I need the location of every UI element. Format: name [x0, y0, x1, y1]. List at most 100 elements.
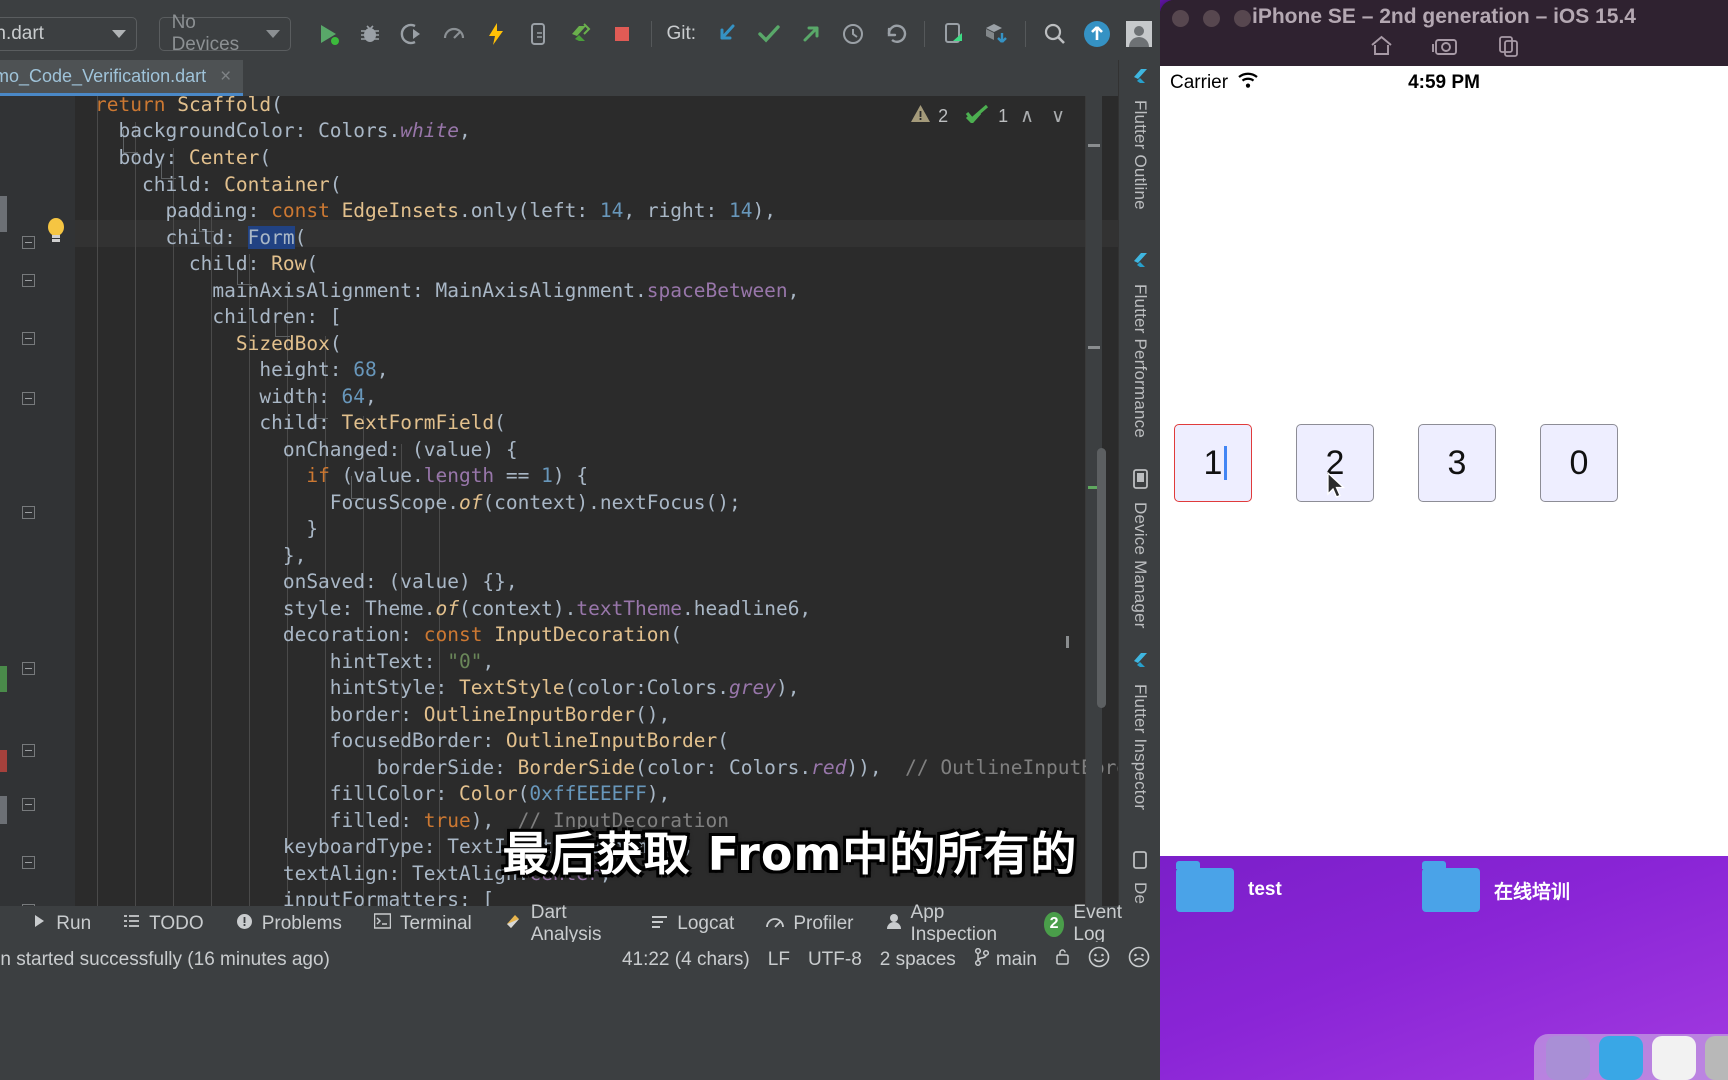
- profile-icon[interactable]: [433, 13, 475, 55]
- marker: [1088, 144, 1100, 147]
- git-branch-icon: [974, 947, 989, 972]
- code-line: hintText: "0",: [95, 650, 495, 673]
- otp-field-3[interactable]: 3: [1418, 424, 1496, 502]
- file-encoding[interactable]: UTF-8: [808, 949, 862, 971]
- bottom-tab-profiler[interactable]: Profiler: [750, 906, 869, 942]
- hot-reload-icon[interactable]: [475, 13, 517, 55]
- bottom-tab-event-log[interactable]: 2 Event Log: [1028, 902, 1160, 945]
- desktop-icon-label: 在线培训: [1494, 881, 1571, 903]
- bottom-tab-todo[interactable]: TODO: [107, 906, 220, 942]
- toolbar-divider: [1025, 21, 1026, 47]
- run-configuration-selector[interactable]: Verification.dart: [0, 17, 137, 51]
- terminal-icon: [373, 913, 392, 935]
- bottom-tab-terminal[interactable]: Terminal: [358, 906, 488, 942]
- run-with-coverage-icon[interactable]: [391, 13, 433, 55]
- device-manager-icon: [1131, 468, 1150, 495]
- desktop: test 在线培训: [1160, 856, 1728, 1080]
- device-screen[interactable]: Carrier 4:59 PM 1 2 3 0: [1160, 66, 1728, 856]
- sidebar-item-flutter-outline[interactable]: Flutter Outline: [1119, 66, 1160, 210]
- sidebar-item-device-manager[interactable]: Device Manager: [1119, 468, 1160, 629]
- close-icon[interactable]: ×: [220, 66, 231, 88]
- indent-setting[interactable]: 2 spaces: [880, 949, 956, 971]
- editor-tab[interactable]: emo_Code_Verification.dart ×: [0, 60, 244, 96]
- editor-gutter[interactable]: [0, 96, 75, 906]
- git-history-icon[interactable]: [832, 13, 874, 55]
- sidebar-item-label: Flutter Outline: [1131, 100, 1150, 210]
- smiley-icon[interactable]: [1088, 946, 1110, 974]
- debug-icon[interactable]: [349, 13, 391, 55]
- next-problem-button[interactable]: ∨: [1046, 105, 1070, 128]
- bottom-tab-dart-analysis[interactable]: Dart Analysis: [488, 902, 636, 945]
- fold-marker[interactable]: [22, 332, 35, 345]
- frowny-icon[interactable]: [1128, 946, 1150, 974]
- code-line: child: TextFormField(: [95, 411, 506, 434]
- editor-scrollbar-thumb[interactable]: [1097, 448, 1106, 708]
- copy-icon[interactable]: [1497, 34, 1520, 63]
- flutter-attach-icon[interactable]: [559, 13, 601, 55]
- event-log-badge: 2: [1043, 911, 1065, 937]
- dock-icon-app[interactable]: [1652, 1036, 1696, 1080]
- previous-problem-button[interactable]: ∧: [1015, 105, 1039, 128]
- fold-marker[interactable]: [22, 506, 35, 519]
- code-line: hintStyle: TextStyle(color:Colors.grey),: [95, 676, 800, 699]
- run-icon[interactable]: [307, 13, 349, 55]
- desktop-icon-training[interactable]: 在线培训: [1422, 861, 1571, 912]
- code-editor[interactable]: return Scaffold( backgroundColor: Colors…: [0, 96, 1118, 906]
- git-branch-widget[interactable]: main: [974, 947, 1037, 972]
- otp-value: 3: [1447, 443, 1467, 482]
- run-icon: [31, 913, 47, 935]
- git-update-icon[interactable]: [706, 13, 748, 55]
- bottom-tab-logcat[interactable]: Logcat: [635, 906, 750, 942]
- device-selector[interactable]: No Devices: [158, 12, 292, 55]
- main-toolbar: Verification.dart No Devices: [0, 8, 1160, 60]
- account-icon[interactable]: [1118, 13, 1160, 55]
- screenshot-icon[interactable]: [1431, 34, 1459, 63]
- fold-marker[interactable]: [22, 274, 35, 287]
- dock-icon-finder[interactable]: [1546, 1036, 1590, 1080]
- intention-bulb-icon[interactable]: [44, 216, 68, 249]
- inspection-widget[interactable]: 2 1 ∧ ∨: [910, 104, 1070, 128]
- dock-icon-browser[interactable]: [1599, 1036, 1643, 1080]
- fold-marker[interactable]: [22, 856, 35, 869]
- sidebar-item-device[interactable]: De: [1119, 850, 1160, 904]
- otp-field-1[interactable]: 1: [1174, 424, 1252, 502]
- app-inspection-icon: [886, 913, 902, 936]
- fold-marker[interactable]: [22, 392, 35, 405]
- desktop-icon-test[interactable]: test: [1176, 861, 1282, 912]
- otp-value: 0: [1569, 443, 1589, 482]
- bottom-tab-t[interactable]: t: [0, 906, 15, 942]
- caret-position[interactable]: 41:22 (4 chars): [622, 949, 750, 971]
- sidebar-item-flutter-performance[interactable]: Flutter Performance: [1119, 250, 1160, 438]
- folder-icon: [1422, 861, 1480, 912]
- dock-icon-notes[interactable]: [1705, 1036, 1728, 1080]
- device-manager-icon[interactable]: [933, 13, 975, 55]
- bottom-tab-run[interactable]: Run: [15, 906, 107, 942]
- simulator-window[interactable]: iPhone SE – 2nd generation – iOS 15.4 Ca…: [1160, 0, 1728, 856]
- code-line: mainAxisAlignment: MainAxisAlignment.spa…: [95, 279, 800, 302]
- ios-clock: 4:59 PM: [1408, 72, 1480, 93]
- sidebar-item-flutter-inspector[interactable]: Flutter Inspector: [1119, 650, 1160, 810]
- code-line: }: [95, 517, 319, 540]
- git-push-icon[interactable]: [790, 13, 832, 55]
- stop-icon[interactable]: [601, 13, 643, 55]
- code-line: fillColor: Color(0xffEEEEFF),: [95, 782, 671, 805]
- bottom-tab-app-inspection[interactable]: App Inspection: [870, 902, 1028, 945]
- otp-field-4[interactable]: 0: [1540, 424, 1618, 502]
- line-separator[interactable]: LF: [768, 949, 790, 971]
- git-commit-icon[interactable]: [748, 13, 790, 55]
- fold-marker[interactable]: [22, 744, 35, 757]
- git-rollback-icon[interactable]: [874, 13, 916, 55]
- device-icon: [1131, 850, 1149, 875]
- code-content[interactable]: return Scaffold( backgroundColor: Colors…: [75, 96, 1118, 906]
- upload-icon[interactable]: [1076, 13, 1118, 55]
- device-file-explorer-icon[interactable]: [517, 13, 559, 55]
- bottom-tab-problems[interactable]: Problems: [220, 906, 358, 942]
- fold-marker[interactable]: [22, 236, 35, 249]
- search-icon[interactable]: [1034, 13, 1076, 55]
- lock-icon[interactable]: [1055, 948, 1070, 972]
- check-icon: [965, 104, 991, 128]
- home-icon[interactable]: [1369, 34, 1394, 63]
- fold-marker[interactable]: [22, 662, 35, 675]
- fold-marker[interactable]: [22, 798, 35, 811]
- sdk-manager-icon[interactable]: [975, 13, 1017, 55]
